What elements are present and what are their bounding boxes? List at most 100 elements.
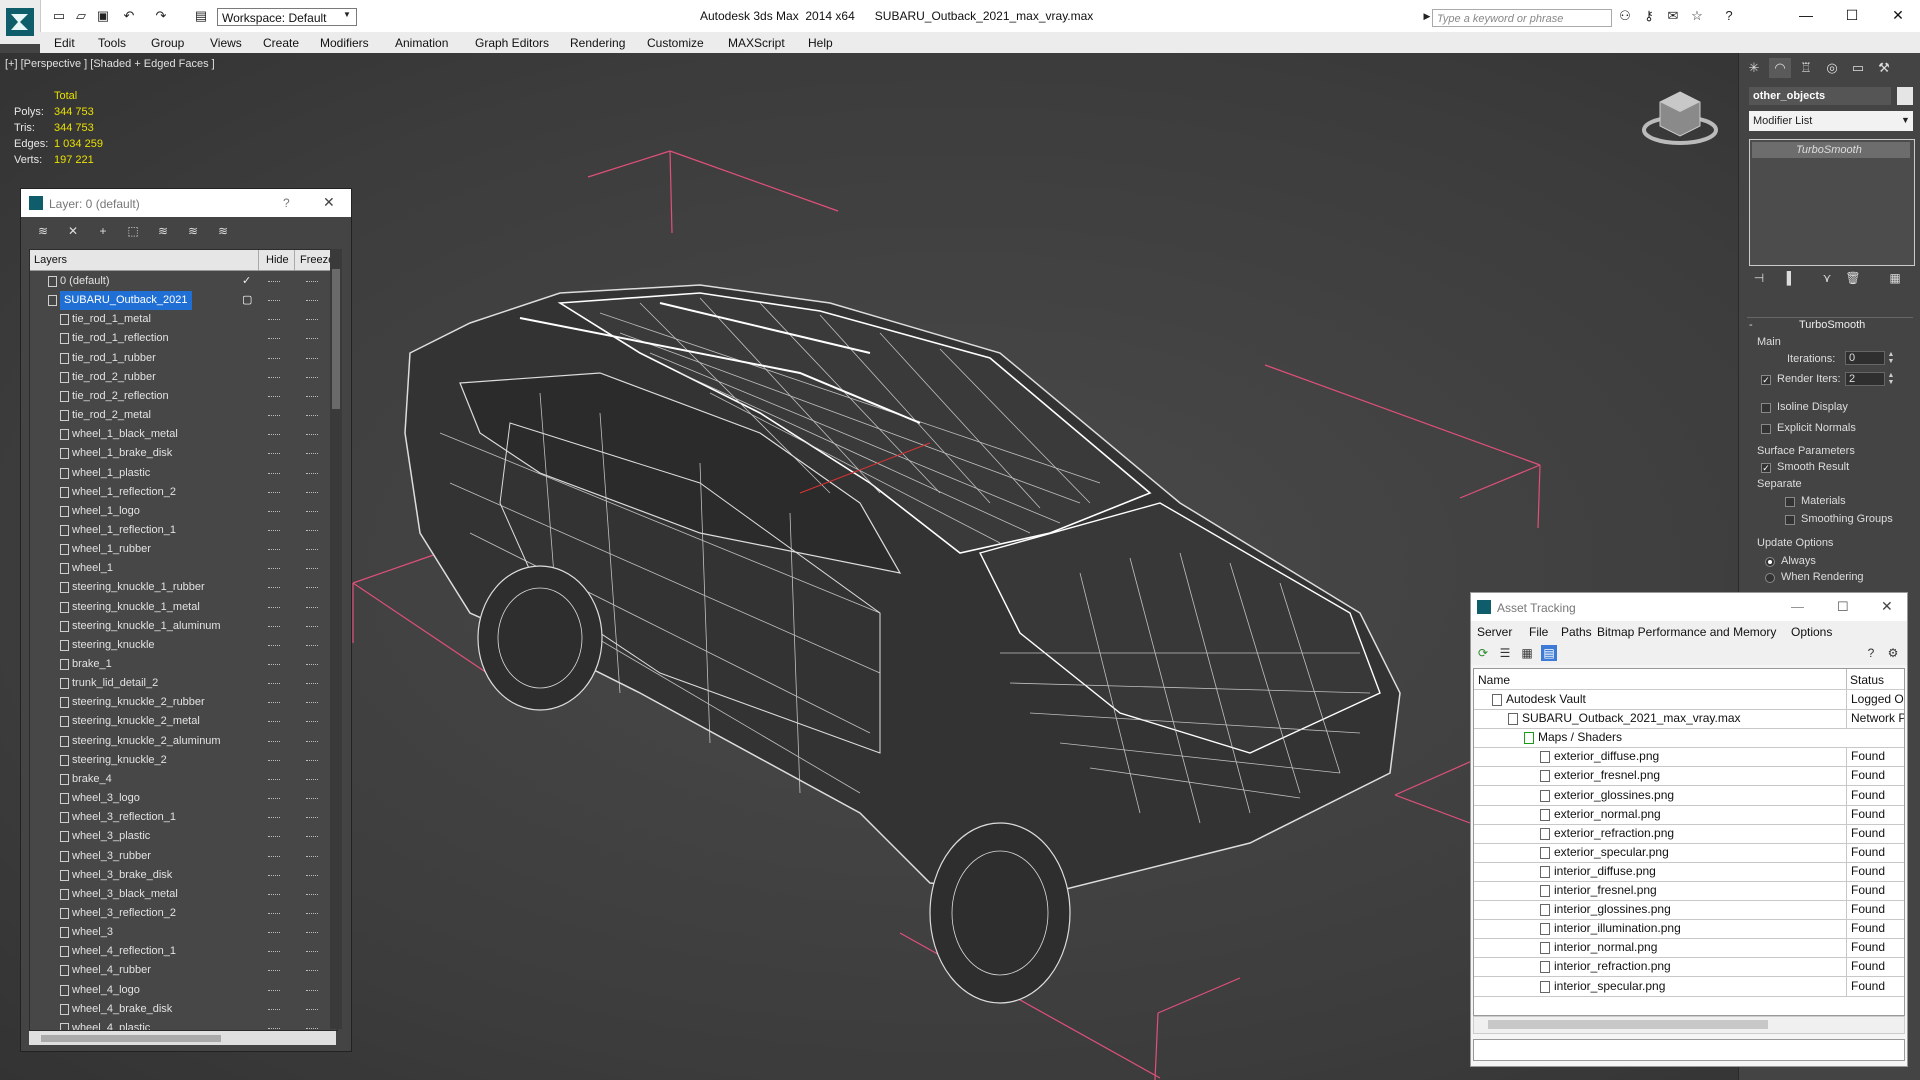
asset-tracking-titlebar[interactable]: Asset Tracking — ☐ ✕	[1471, 593, 1907, 621]
hide-toggle[interactable]	[268, 549, 280, 551]
menu-bitmap-performance[interactable]: Bitmap Performance and Memory	[1597, 625, 1776, 639]
freeze-toggle[interactable]	[306, 683, 318, 685]
pin-stack-icon[interactable]: ⊣	[1751, 271, 1767, 287]
layer-object-row[interactable]: wheel_4_brake_disk	[30, 1000, 318, 1019]
hide-toggle[interactable]	[268, 434, 280, 436]
close-button[interactable]: ✕	[1878, 4, 1918, 26]
hide-toggle[interactable]	[268, 491, 280, 494]
hide-toggle[interactable]	[268, 300, 280, 302]
maximize-button[interactable]: ☐	[1832, 4, 1872, 26]
freeze-toggle[interactable]	[306, 453, 318, 455]
hide-toggle[interactable]	[268, 683, 280, 685]
column-status[interactable]: Status	[1850, 673, 1884, 687]
layer-object-row[interactable]: wheel_3_logo	[30, 789, 318, 808]
asset-row[interactable]: interior_illumination.png Found	[1474, 919, 1904, 940]
create-tab-icon[interactable]: ✳	[1743, 58, 1765, 78]
layer-object-row[interactable]: steering_knuckle_1_metal	[30, 598, 318, 617]
render-iters-checkbox[interactable]: ✓	[1761, 375, 1771, 385]
asset-table[interactable]: Name Status Autodesk Vault Logged Ou SUBAR…	[1473, 668, 1905, 1016]
render-iters-spinner[interactable]: 2	[1845, 372, 1885, 386]
layer-object-row[interactable]: wheel_3_plastic	[30, 827, 318, 846]
layer-dialog-titlebar[interactable]: Layer: 0 (default) ? ✕	[21, 189, 351, 217]
create-layer-icon[interactable]: ≋	[35, 224, 51, 238]
close-icon[interactable]: ✕	[1881, 598, 1893, 615]
freeze-toggle[interactable]	[306, 989, 318, 992]
object-name-field[interactable]: other_objects	[1749, 87, 1891, 105]
project-folder-icon[interactable]: ▤	[194, 9, 208, 23]
freeze-toggle[interactable]	[306, 357, 318, 360]
layer-object-row[interactable]: wheel_1_plastic	[30, 464, 318, 483]
menu-animation[interactable]: Animation	[395, 36, 448, 50]
hide-toggle[interactable]	[268, 587, 280, 589]
hide-toggle[interactable]	[268, 1008, 280, 1011]
freeze-toggle[interactable]	[306, 932, 318, 934]
modifier-list-dropdown[interactable]: Modifier List	[1749, 111, 1913, 131]
spinner-arrows-icon[interactable]: ▲ ▼	[1886, 372, 1896, 386]
help-icon[interactable]: ?	[1863, 645, 1879, 661]
hide-toggle[interactable]	[268, 893, 280, 896]
freeze-toggle[interactable]	[306, 817, 318, 819]
save-icon[interactable]: ▣	[96, 9, 110, 23]
asset-row[interactable]: exterior_refraction.png Found	[1474, 823, 1904, 844]
freeze-toggle[interactable]	[306, 415, 318, 417]
settings-icon[interactable]: ⚙	[1885, 645, 1901, 661]
hide-toggle[interactable]	[268, 721, 280, 723]
object-color-swatch[interactable]	[1897, 87, 1913, 105]
thumbnail-view-icon[interactable]: ▦	[1519, 645, 1535, 661]
delete-layer-icon[interactable]: ✕	[65, 224, 81, 238]
freeze-toggle[interactable]	[306, 721, 318, 723]
menu-server[interactable]: Server	[1477, 625, 1512, 639]
freeze-toggle[interactable]	[306, 510, 318, 513]
freeze-toggle[interactable]	[306, 664, 318, 666]
asset-row[interactable]: Maps / Shaders	[1474, 728, 1904, 749]
freeze-toggle[interactable]	[306, 836, 318, 838]
isoline-display-checkbox[interactable]	[1761, 403, 1771, 413]
menu-file[interactable]: File	[1529, 625, 1548, 639]
list-view-icon[interactable]: ☰	[1497, 645, 1513, 661]
layer-object-row[interactable]: wheel_1	[30, 559, 318, 578]
hide-toggle[interactable]	[268, 568, 280, 570]
layer-object-row[interactable]: wheel_4_logo	[30, 981, 318, 1000]
menu-maxscript[interactable]: MAXScript	[728, 36, 785, 50]
freeze-toggle[interactable]	[306, 568, 318, 570]
layer-object-row[interactable]: wheel_3_reflection_1	[30, 808, 318, 827]
table-view-icon[interactable]: ▤	[1541, 645, 1557, 661]
hide-toggle[interactable]	[268, 395, 280, 398]
layer-object-row[interactable]: tie_rod_2_metal	[30, 406, 318, 425]
hide-toggle[interactable]	[268, 759, 280, 762]
hide-toggle[interactable]	[268, 625, 280, 628]
menu-options[interactable]: Options	[1791, 625, 1832, 639]
maximize-button[interactable]: ☐	[1837, 599, 1849, 615]
freeze-toggle[interactable]	[306, 319, 318, 321]
hide-toggle[interactable]	[268, 338, 280, 340]
freeze-toggle[interactable]	[306, 376, 318, 379]
hide-toggle[interactable]	[268, 874, 280, 877]
add-to-layer-icon[interactable]: +	[95, 224, 111, 238]
layer-object-row[interactable]: wheel_3_rubber	[30, 847, 318, 866]
new-file-icon[interactable]: ▭	[52, 9, 66, 23]
freeze-toggle[interactable]	[306, 606, 318, 609]
freeze-toggle[interactable]	[306, 491, 318, 494]
freeze-toggle[interactable]	[306, 951, 318, 953]
layer-object-row[interactable]: wheel_4_reflection_1	[30, 942, 318, 961]
workspace-dropdown[interactable]: Workspace: Default	[217, 8, 357, 26]
app-logo-button[interactable]	[0, 0, 41, 44]
freeze-toggle[interactable]	[306, 1027, 318, 1030]
freeze-toggle[interactable]	[306, 893, 318, 896]
hide-toggle[interactable]	[268, 970, 280, 972]
asset-row[interactable]: interior_normal.png Found	[1474, 938, 1904, 959]
menu-tools[interactable]: Tools	[98, 36, 126, 50]
layer-horizontal-scrollbar[interactable]	[29, 1031, 336, 1045]
hide-toggle[interactable]	[268, 376, 280, 379]
freeze-toggle[interactable]	[306, 529, 318, 532]
hide-toggle[interactable]	[268, 357, 280, 360]
layer-object-row[interactable]: steering_knuckle_1_aluminum	[30, 617, 318, 636]
asset-row[interactable]: SUBARU_Outback_2021_max_vray.max Network …	[1474, 709, 1904, 730]
layer-row[interactable]: SUBARU_Outback_2021 ▢	[30, 291, 318, 311]
utilities-tab-icon[interactable]: ⚒	[1873, 58, 1895, 78]
hide-toggle[interactable]	[268, 510, 280, 513]
smoothing-groups-checkbox[interactable]	[1785, 515, 1795, 525]
layer-list[interactable]: Layers Hide Freeze 0 (default) ✓ SUBARU_Ou…	[29, 249, 338, 1031]
freeze-toggle[interactable]	[306, 1008, 318, 1011]
scrollbar-thumb[interactable]	[41, 1035, 221, 1042]
